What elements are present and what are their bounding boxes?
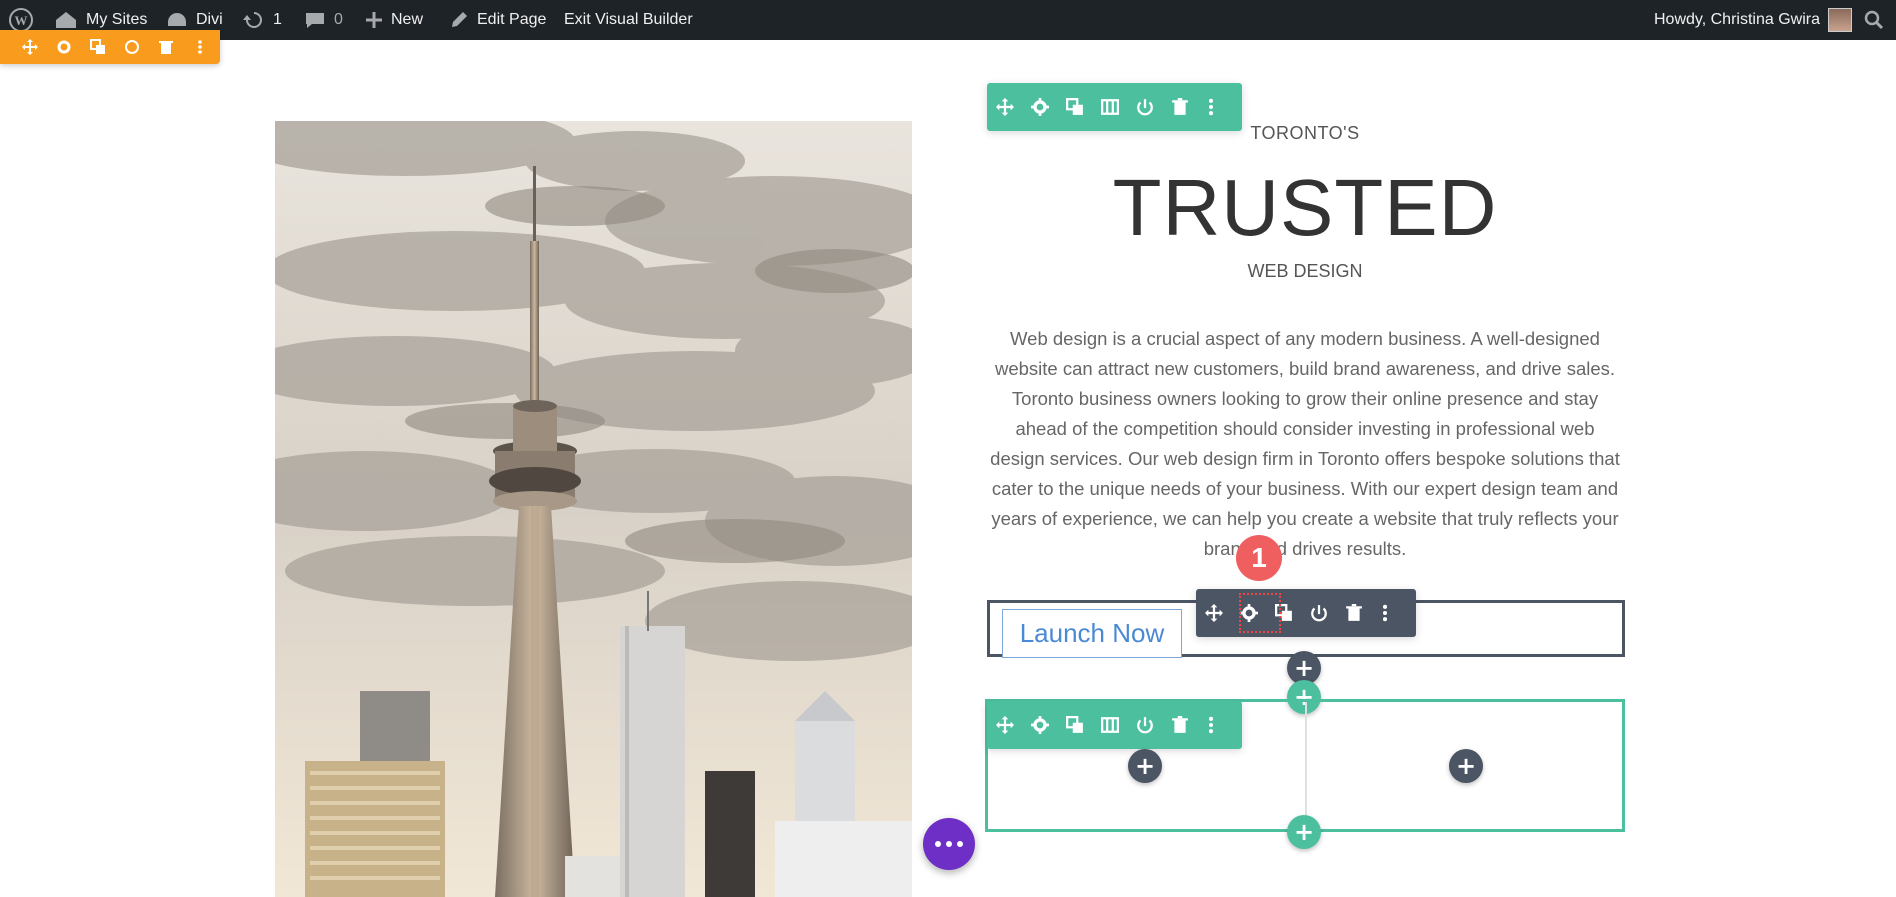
eyebrow-text: TORONTO'S xyxy=(1250,123,1360,143)
more-icon[interactable] xyxy=(1197,701,1225,749)
duplicate-icon[interactable] xyxy=(90,39,106,55)
delete-icon[interactable] xyxy=(158,39,174,55)
new-label: New xyxy=(391,11,424,28)
pencil-icon xyxy=(452,12,467,27)
add-module-column-1-button[interactable]: + xyxy=(1128,749,1162,783)
dot-icon xyxy=(957,841,963,847)
save-icon[interactable] xyxy=(1127,701,1162,749)
account-menu[interactable]: Howdy, Christina Gwira xyxy=(1654,0,1852,40)
subhead-text: WEB DESIGN xyxy=(1247,261,1363,281)
updates-icon xyxy=(243,12,262,28)
column-divider xyxy=(1305,702,1307,829)
settings-icon[interactable] xyxy=(1022,701,1057,749)
module-toolbar xyxy=(1196,589,1416,637)
launch-now-button[interactable]: Launch Now xyxy=(1002,609,1182,658)
section-toolbar xyxy=(0,30,220,64)
delete-icon[interactable] xyxy=(1336,589,1371,637)
columns-icon[interactable] xyxy=(1092,701,1127,749)
body-paragraph: Web design is a crucial aspect of any mo… xyxy=(990,328,1620,559)
add-module-column-2-button[interactable]: + xyxy=(1449,749,1483,783)
avatar xyxy=(1827,8,1852,32)
edit-page-link[interactable]: Edit Page xyxy=(449,0,546,40)
my-sites-label: My Sites xyxy=(86,11,148,28)
delete-icon[interactable] xyxy=(1162,701,1197,749)
svg-text:W: W xyxy=(15,13,28,28)
house-icon xyxy=(56,12,76,28)
add-row-below-button[interactable]: + xyxy=(1287,815,1321,849)
exit-visual-builder-link[interactable]: Exit Visual Builder xyxy=(564,0,693,40)
greeting-label: Howdy, Christina Gwira xyxy=(1654,11,1820,28)
search-icon[interactable] xyxy=(1864,0,1884,40)
new-content-menu[interactable]: New xyxy=(365,0,423,40)
dashboard-icon xyxy=(168,13,186,26)
exit-builder-label: Exit Visual Builder xyxy=(564,11,693,28)
site-name-label: Divi xyxy=(196,11,223,28)
duplicate-icon[interactable] xyxy=(1057,701,1092,749)
updates-count: 1 xyxy=(273,11,282,28)
move-icon[interactable] xyxy=(1196,589,1231,637)
comments-count: 0 xyxy=(334,11,343,28)
step-badge: 1 xyxy=(1236,535,1282,581)
edit-page-label: Edit Page xyxy=(477,11,547,28)
more-icon[interactable] xyxy=(192,39,208,55)
wp-admin-bar: W My Sites Divi 1 0 New Edit Page Exit V… xyxy=(0,0,1896,40)
headline-text: TRUSTED xyxy=(1112,163,1498,252)
plus-icon xyxy=(366,12,382,28)
settings-icon[interactable] xyxy=(56,39,72,55)
move-icon[interactable] xyxy=(987,701,1022,749)
save-icon[interactable] xyxy=(124,39,140,55)
cn-tower-image xyxy=(275,121,912,897)
comments-menu[interactable]: 0 xyxy=(304,0,343,40)
page-settings-button[interactable] xyxy=(923,818,975,870)
more-icon[interactable] xyxy=(1371,589,1399,637)
save-icon[interactable] xyxy=(1301,589,1336,637)
dot-icon xyxy=(935,841,941,847)
move-icon[interactable] xyxy=(22,39,38,55)
updates-menu[interactable]: 1 xyxy=(243,0,282,40)
row-toolbar-bottom xyxy=(987,701,1242,749)
dot-icon xyxy=(946,841,952,847)
comment-icon xyxy=(306,13,324,28)
settings-highlight-box xyxy=(1239,593,1281,633)
